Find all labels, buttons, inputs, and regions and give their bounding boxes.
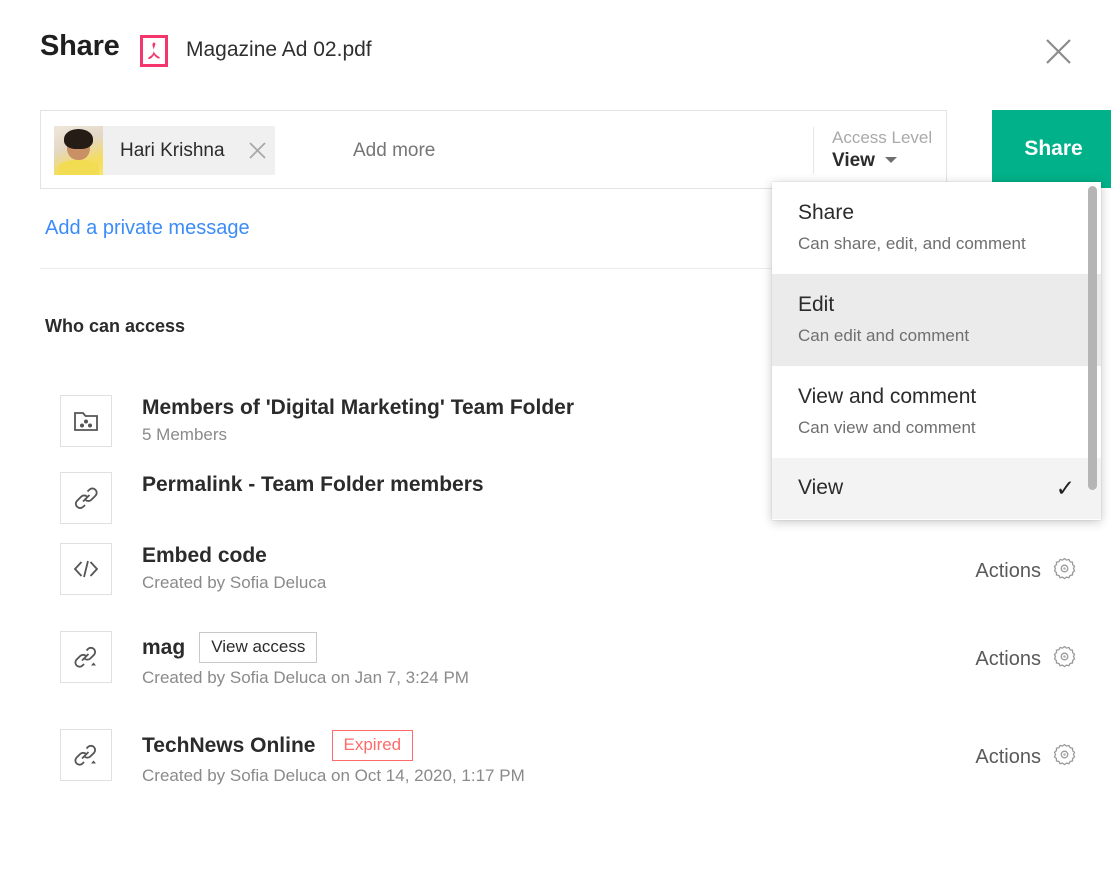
vertical-divider — [813, 127, 814, 174]
list-item: TechNews Online Expired Created by Sofia… — [0, 729, 1111, 786]
remove-recipient-icon[interactable] — [241, 126, 275, 175]
dropdown-item-title: View and comment — [798, 384, 1075, 410]
dropdown-item-desc: Can view and comment — [798, 417, 1075, 439]
list-item-title: Permalink - Team Folder members — [142, 473, 484, 497]
add-private-message-link[interactable]: Add a private message — [45, 217, 250, 240]
avatar — [54, 126, 103, 175]
status-badge: Expired — [332, 730, 414, 761]
row-actions-button[interactable]: Actions — [975, 644, 1077, 674]
dialog-header: Share Magazine Ad 02.pdf — [0, 0, 1111, 100]
dropdown-item-title: View — [798, 475, 843, 501]
embed-code-icon — [60, 543, 112, 595]
list-item-title: Members of 'Digital Marketing' Team Fold… — [142, 396, 574, 420]
shared-link-icon — [60, 729, 112, 781]
access-level-value: View — [832, 149, 875, 173]
dropdown-item-view-and-comment[interactable]: View and comment Can view and comment — [772, 366, 1101, 458]
list-item-subtitle: Created by Sofia Deluca — [142, 573, 1111, 593]
recipient-name: Hari Krishna — [103, 140, 241, 162]
access-level-dropdown[interactable]: Share Can share, edit, and comment Edit … — [772, 182, 1101, 520]
gear-icon[interactable] — [1052, 742, 1077, 772]
chevron-down-icon[interactable] — [885, 157, 897, 163]
close-icon[interactable] — [1037, 30, 1079, 72]
list-item-title: Embed code — [142, 544, 267, 568]
check-icon: ✓ — [1056, 477, 1075, 500]
view-access-badge[interactable]: View access — [199, 632, 317, 663]
add-more-input[interactable] — [351, 139, 781, 163]
dropdown-item-edit[interactable]: Edit Can edit and comment — [772, 274, 1101, 366]
row-actions-label: Actions — [975, 560, 1041, 583]
list-item-subtitle: Created by Sofia Deluca on Oct 14, 2020,… — [142, 766, 1111, 786]
list-item: mag View access Created by Sofia Deluca … — [0, 631, 1111, 688]
share-input-row: Hari Krishna Access Level View Share — [40, 110, 1075, 189]
list-item-title: TechNews Online — [142, 734, 316, 758]
row-actions-label: Actions — [975, 648, 1041, 671]
row-actions-button[interactable]: Actions — [975, 556, 1077, 586]
who-can-access-heading: Who can access — [45, 316, 185, 337]
team-folder-icon — [60, 395, 112, 447]
share-button[interactable]: Share — [992, 110, 1111, 188]
list-item-subtitle: Created by Sofia Deluca on Jan 7, 3:24 P… — [142, 668, 1111, 688]
pdf-icon — [140, 35, 168, 67]
gear-icon[interactable] — [1052, 556, 1077, 586]
row-actions-label: Actions — [975, 746, 1041, 769]
page-title: Share — [40, 30, 120, 63]
dropdown-item-share[interactable]: Share Can share, edit, and comment — [772, 182, 1101, 274]
dropdown-item-title: Share — [798, 200, 1075, 226]
shared-link-icon — [60, 631, 112, 683]
dropdown-item-desc: Can edit and comment — [798, 325, 1075, 347]
dropdown-item-desc: Can share, edit, and comment — [798, 233, 1075, 255]
recipients-box[interactable]: Hari Krishna Access Level View — [40, 110, 947, 189]
link-icon — [60, 472, 112, 524]
access-level-selector[interactable]: Access Level View — [832, 127, 942, 173]
list-item: Embed code Created by Sofia Deluca Actio… — [0, 543, 1111, 593]
gear-icon[interactable] — [1052, 644, 1077, 674]
list-item-title: mag — [142, 636, 185, 660]
recipient-chip[interactable]: Hari Krishna — [54, 126, 275, 175]
file-name: Magazine Ad 02.pdf — [186, 38, 372, 62]
access-level-label: Access Level — [832, 127, 942, 149]
dropdown-item-title: Edit — [798, 292, 1075, 318]
dropdown-scrollbar[interactable] — [1088, 186, 1097, 490]
row-actions-button[interactable]: Actions — [975, 742, 1077, 772]
dropdown-item-view[interactable]: View ✓ — [772, 458, 1101, 519]
